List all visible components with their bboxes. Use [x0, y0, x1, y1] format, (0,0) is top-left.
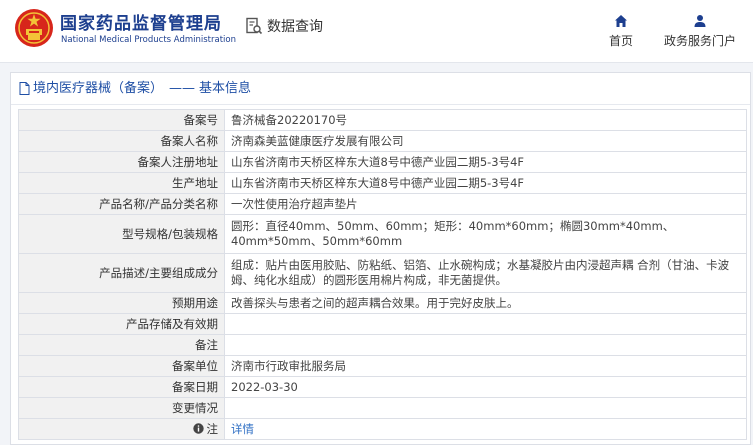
home-icon: [615, 15, 627, 27]
site-title: 国家药品监督管理局: [60, 14, 222, 34]
row-value: 组成：贴片由医用胶贴、防粘纸、铝箔、止水碗构成；水基凝胶片由内浸超声耦 合剂（甘…: [224, 253, 747, 293]
row-value: 一次性使用治疗超声垫片: [224, 193, 747, 215]
row-value: [224, 334, 747, 356]
row-label: 变更情况: [18, 397, 225, 419]
table-row: 型号规格/包装规格 圆形：直径40mm、50mm、60mm；矩形：40mm*60…: [18, 214, 747, 254]
row-label: 备案人名称: [18, 130, 225, 152]
row-label: 备案人注册地址: [18, 151, 225, 173]
document-search-icon: [246, 17, 263, 35]
data-query-link[interactable]: 数据查询: [245, 16, 323, 36]
national-emblem-icon: [15, 9, 53, 47]
note-row-label-cell: 注: [18, 418, 225, 440]
nav-home[interactable]: 首页: [601, 14, 641, 49]
table-row: 备案人注册地址 山东省济南市天桥区梓东大道8号中德产业园二期5-3号4F: [18, 151, 747, 173]
data-query-label: 数据查询: [267, 19, 323, 35]
table-row: 生产地址 山东省济南市天桥区梓东大道8号中德产业园二期5-3号4F: [18, 172, 747, 194]
detail-panel: 境内医疗器械（备案） —— 基本信息 备案号 鲁济械备20220170号 备案人…: [10, 72, 751, 445]
table-row: 产品存储及有效期: [18, 313, 747, 335]
table-row: 备案人名称 济南森美蓝健康医疗发展有限公司: [18, 130, 747, 152]
note-row: 注 详情: [18, 418, 747, 440]
row-value: [224, 313, 747, 335]
row-label: 备案日期: [18, 376, 225, 398]
table-row: 备注: [18, 334, 747, 356]
row-value: 济南市行政审批服务局: [224, 355, 747, 377]
table-row: 备案日期 2022-03-30: [18, 376, 747, 398]
note-label-text: 注: [206, 421, 219, 436]
table-row: 备案单位 济南市行政审批服务局: [18, 355, 747, 377]
breadcrumb-current: 基本信息: [199, 81, 252, 96]
row-value: [224, 397, 747, 419]
detail-table: 备案号 鲁济械备20220170号 备案人名称 济南森美蓝健康医疗发展有限公司 …: [18, 109, 747, 440]
row-value: 鲁济械备20220170号: [224, 109, 747, 131]
site-header: 国家药品监督管理局 National Medical Products Admi…: [0, 0, 753, 63]
row-label: 备注: [18, 334, 225, 356]
row-label: 生产地址: [18, 172, 225, 194]
table-row: 产品描述/主要组成成分 组成：贴片由医用胶贴、防粘纸、铝箔、止水碗构成；水基凝胶…: [18, 253, 747, 293]
note-row-value-cell: 详情: [224, 418, 747, 440]
row-value: 山东省济南市天桥区梓东大道8号中德产业园二期5-3号4F: [224, 172, 747, 194]
row-label: 预期用途: [18, 292, 225, 314]
table-row: 产品名称/产品分类名称 一次性使用治疗超声垫片: [18, 193, 747, 215]
row-value: 2022-03-30: [224, 376, 747, 398]
row-label: 产品存储及有效期: [18, 313, 225, 335]
nav-service-portal-label: 政务服务门户: [663, 34, 736, 48]
table-row: 预期用途 改善探头与患者之间的超声耦合效果。用于完好皮肤上。: [18, 292, 747, 314]
info-icon: [192, 423, 204, 434]
row-label: 产品名称/产品分类名称: [18, 193, 225, 215]
row-value: 济南森美蓝健康医疗发展有限公司: [224, 130, 747, 152]
row-value: 山东省济南市天桥区梓东大道8号中德产业园二期5-3号4F: [224, 151, 747, 173]
breadcrumb-category-link[interactable]: 境内医疗器械（备案）: [33, 73, 163, 104]
row-label: 产品描述/主要组成成分: [18, 253, 225, 293]
site-subtitle: National Medical Products Administration: [61, 35, 236, 45]
breadcrumb: 境内医疗器械（备案） —— 基本信息: [11, 73, 750, 105]
note-label: 注: [192, 421, 219, 437]
nav-service-portal[interactable]: 政务服务门户: [655, 14, 745, 49]
document-icon: [19, 82, 30, 95]
row-value: 圆形：直径40mm、50mm、60mm；矩形：40mm*60mm；椭圆30mm*…: [224, 214, 747, 254]
details-link[interactable]: 详情: [231, 422, 254, 436]
breadcrumb-separator: ——: [169, 81, 196, 96]
row-label: 备案号: [18, 109, 225, 131]
row-label: 备案单位: [18, 355, 225, 377]
user-icon: [694, 15, 706, 27]
table-row: 备案号 鲁济械备20220170号: [18, 109, 747, 131]
nav-home-label: 首页: [608, 34, 633, 48]
row-value: 改善探头与患者之间的超声耦合效果。用于完好皮肤上。: [224, 292, 747, 314]
table-row: 变更情况: [18, 397, 747, 419]
row-label: 型号规格/包装规格: [18, 214, 225, 254]
